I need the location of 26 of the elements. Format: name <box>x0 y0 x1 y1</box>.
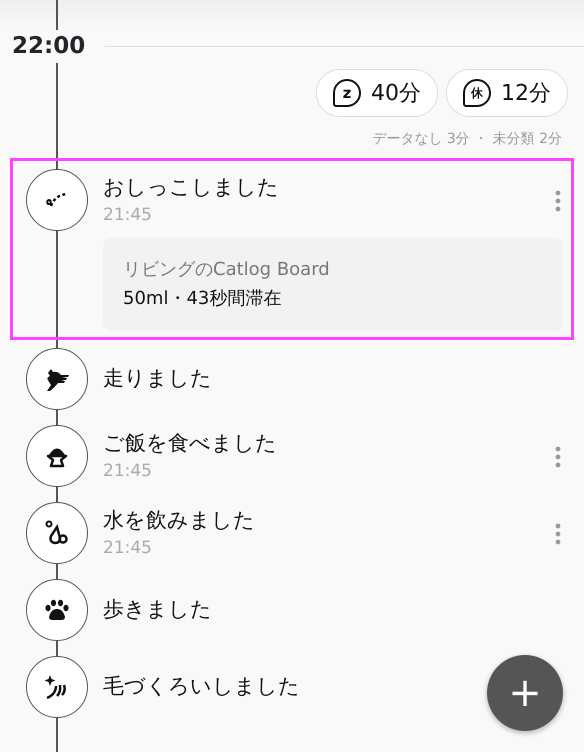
timeline-entry[interactable]: ご飯を食べました 21:45 <box>10 417 574 494</box>
entry-time: 21:45 <box>103 536 152 560</box>
entry-title: ご飯を食べました <box>103 430 277 457</box>
rest-summary-pill[interactable]: 休 12分 <box>446 69 568 118</box>
more-icon <box>555 446 561 468</box>
timeline-entry[interactable]: 水を飲みました 21:45 <box>10 494 574 572</box>
summary-note: データなし 3分 ・ 未分類 2分 <box>371 130 563 150</box>
add-button[interactable]: + <box>487 655 563 731</box>
timeline-entry[interactable]: 走りました <box>10 340 574 418</box>
entry-time: 21:45 <box>103 204 152 226</box>
entry-title: 水を飲みました <box>103 506 255 534</box>
timeline-entry[interactable]: おしっこしました 21:45 リビングのCatlog Board 50ml・43秒間滞在 <box>10 158 574 340</box>
entry-title: おしっこしました <box>103 174 279 202</box>
sleep-bubble-icon: z <box>333 79 361 108</box>
entry-title: 歩きました <box>103 596 212 624</box>
detail-info: 50ml・43秒間滞在 <box>123 286 282 311</box>
timeline-entry[interactable]: 歩きました <box>10 571 574 648</box>
more-icon <box>555 190 561 212</box>
sleep-summary-pill[interactable]: z 40分 <box>316 69 438 118</box>
entry-time: 21:45 <box>103 460 152 482</box>
entry-title: 走りました <box>103 365 212 392</box>
detail-place: リビングのCatlog Board <box>123 258 331 282</box>
hour-label: 22:00 <box>12 30 86 64</box>
more-icon <box>555 522 561 545</box>
rest-bubble-icon: 休 <box>463 79 491 108</box>
entry-title: 毛づくろいしました <box>103 673 300 700</box>
